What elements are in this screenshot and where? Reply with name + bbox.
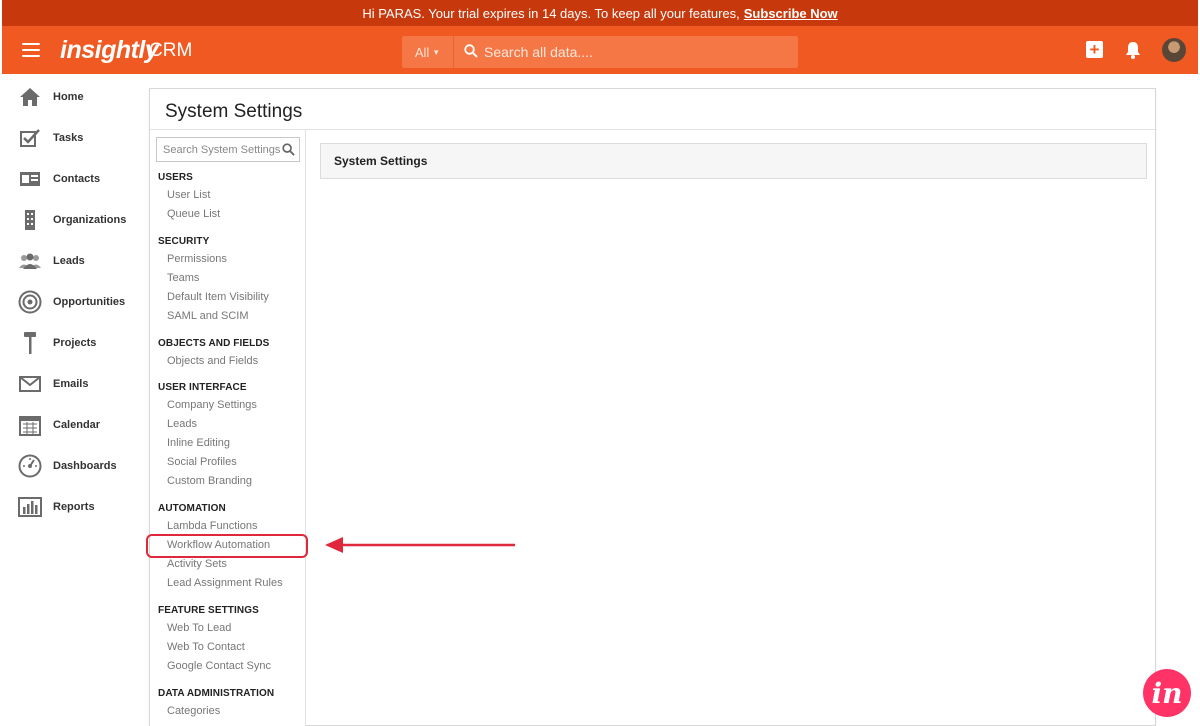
nav-item-opportunities[interactable]: Opportunities (18, 287, 142, 317)
nav-label: Leads (53, 255, 85, 267)
system-settings-panel: System Settings USERS User List Queue Li… (146, 88, 1156, 726)
nav-item-reports[interactable]: Reports (18, 492, 142, 522)
settings-link-lambda-functions[interactable]: Lambda Functions (167, 520, 258, 532)
settings-link-workflow-automation[interactable]: Workflow Automation (167, 539, 270, 551)
settings-link-custom-branding[interactable]: Custom Branding (167, 475, 252, 487)
settings-link-google-contact-sync[interactable]: Google Contact Sync (167, 660, 271, 672)
nav-label: Contacts (53, 173, 101, 185)
settings-search-input[interactable] (163, 138, 281, 161)
settings-link-leads[interactable]: Leads (167, 418, 197, 430)
section-data-administration: DATA ADMINISTRATION (158, 688, 275, 699)
nav-item-home[interactable]: Home (18, 82, 142, 112)
settings-link-activity-sets[interactable]: Activity Sets (167, 558, 227, 570)
settings-link-categories[interactable]: Categories (167, 705, 220, 717)
invision-badge[interactable]: in (1143, 669, 1191, 717)
nav-item-emails[interactable]: Emails (18, 369, 142, 399)
settings-search (156, 137, 300, 162)
opportunities-icon (18, 290, 42, 314)
nav-label: Home (53, 91, 84, 103)
bell-icon[interactable] (1124, 40, 1142, 60)
left-nav: Home Tasks Contacts Organizations Leads … (0, 74, 146, 726)
insightly-logo[interactable]: insightly (60, 36, 159, 65)
tasks-icon (18, 126, 42, 150)
top-header: insightly CRM All ▼ + (2, 26, 1198, 74)
avatar[interactable] (1162, 38, 1186, 62)
content-header: System Settings (320, 143, 1147, 179)
reports-icon (18, 495, 42, 519)
settings-link-saml-and-scim[interactable]: SAML and SCIM (167, 310, 249, 322)
projects-icon (18, 331, 42, 355)
search-icon[interactable] (282, 143, 295, 156)
subscribe-now-link[interactable]: Subscribe Now (744, 6, 838, 21)
search-scope-dropdown[interactable]: All ▼ (402, 36, 454, 68)
menu-icon[interactable] (22, 43, 40, 57)
contacts-icon (18, 167, 42, 191)
emails-icon (18, 372, 42, 396)
search-input[interactable] (484, 36, 794, 68)
nav-item-dashboards[interactable]: Dashboards (18, 451, 142, 481)
settings-link-lead-assignment-rules[interactable]: Lead Assignment Rules (167, 577, 283, 589)
search-icon (464, 44, 478, 58)
section-objects-and-fields: OBJECTS AND FIELDS (158, 338, 270, 349)
plus-icon[interactable]: + (1086, 41, 1103, 58)
nav-label: Reports (53, 501, 95, 513)
settings-link-social-profiles[interactable]: Social Profiles (167, 456, 237, 468)
trial-message: Hi PARAS. Your trial expires in 14 days.… (362, 5, 740, 21)
home-icon (18, 85, 42, 109)
nav-label: Dashboards (53, 460, 117, 472)
settings-nav: USERS User List Queue List SECURITY Perm… (146, 130, 308, 726)
nav-item-organizations[interactable]: Organizations (18, 205, 142, 235)
page-title: System Settings (165, 101, 303, 122)
nav-label: Tasks (53, 132, 84, 144)
arrow-annotation (325, 537, 515, 553)
nav-item-contacts[interactable]: Contacts (18, 164, 142, 194)
settings-link-permissions[interactable]: Permissions (167, 253, 227, 265)
trial-banner: Hi PARAS. Your trial expires in 14 days.… (2, 0, 1198, 26)
chevron-down-icon: ▼ (432, 47, 441, 57)
dashboards-icon (18, 454, 42, 478)
nav-label: Opportunities (53, 296, 126, 308)
settings-link-company-settings[interactable]: Company Settings (167, 399, 257, 411)
settings-link-queue-list[interactable]: Queue List (167, 208, 220, 220)
settings-link-inline-editing[interactable]: Inline Editing (167, 437, 230, 449)
settings-link-objects-and-fields[interactable]: Objects and Fields (167, 355, 258, 367)
nav-item-projects[interactable]: Projects (18, 328, 142, 358)
section-automation: AUTOMATION (158, 503, 226, 514)
nav-item-leads[interactable]: Leads (18, 246, 142, 276)
section-users: USERS (158, 172, 193, 183)
settings-link-user-list[interactable]: User List (167, 189, 210, 201)
content-title: System Settings (334, 154, 428, 168)
section-feature-settings: FEATURE SETTINGS (158, 605, 259, 616)
section-security: SECURITY (158, 236, 210, 247)
leads-icon (18, 249, 42, 273)
nav-label: Calendar (53, 419, 101, 431)
nav-label: Organizations (53, 214, 127, 226)
settings-link-teams[interactable]: Teams (167, 272, 199, 284)
global-search: All ▼ (402, 36, 798, 68)
nav-item-calendar[interactable]: Calendar (18, 410, 142, 440)
settings-link-web-to-contact[interactable]: Web To Contact (167, 641, 245, 653)
organizations-icon (18, 208, 42, 232)
nav-item-tasks[interactable]: Tasks (18, 123, 142, 153)
nav-label: Emails (53, 378, 89, 390)
calendar-icon (18, 413, 42, 437)
settings-link-web-to-lead[interactable]: Web To Lead (167, 622, 231, 634)
product-name: CRM (149, 40, 193, 61)
settings-link-default-item-visibility[interactable]: Default Item Visibility (167, 291, 269, 303)
section-user-interface: USER INTERFACE (158, 382, 247, 393)
search-scope-label: All (414, 44, 430, 60)
nav-label: Projects (53, 337, 97, 349)
